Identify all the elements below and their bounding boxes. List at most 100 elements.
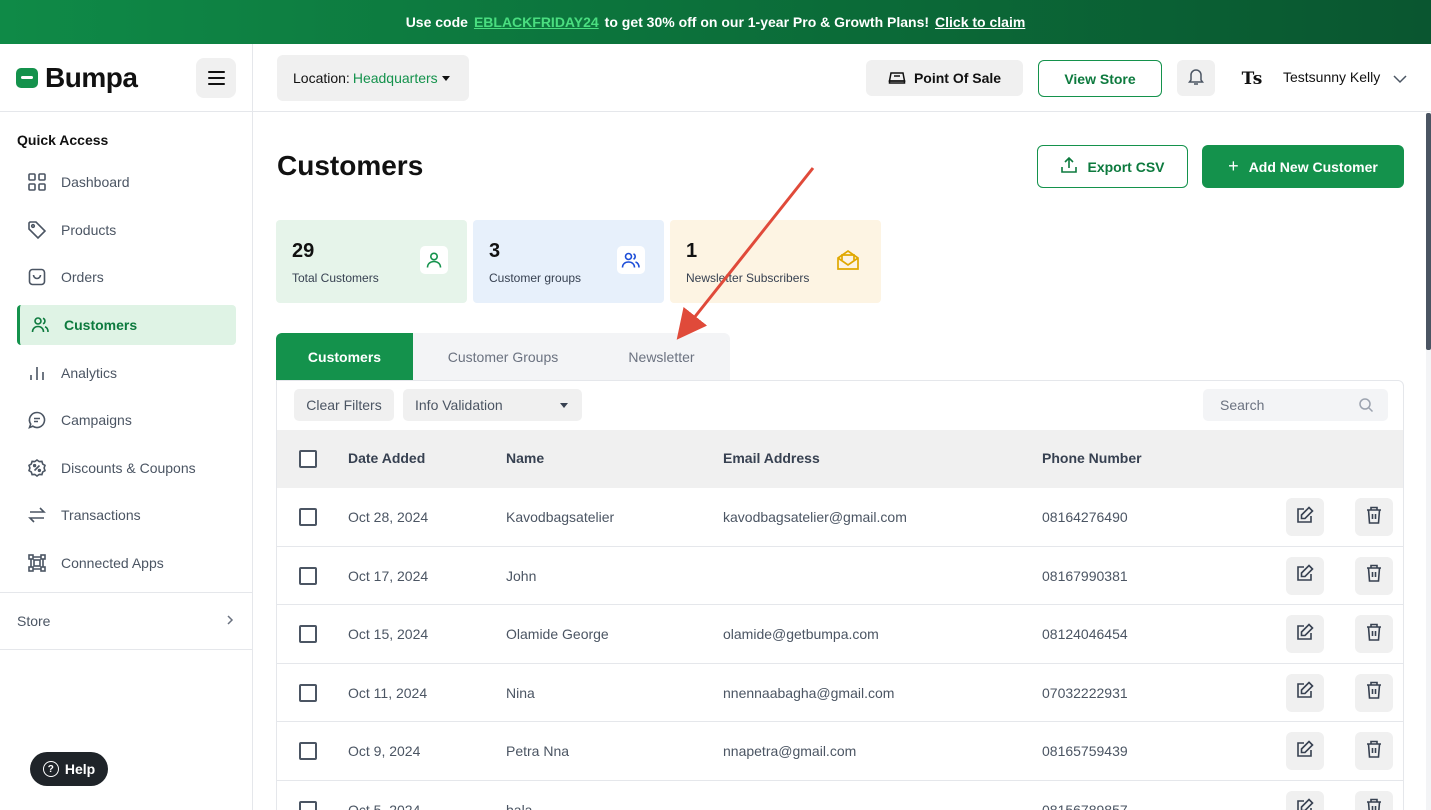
trash-icon [1365, 797, 1383, 810]
sidebar-item-orders[interactable]: Orders [17, 257, 236, 297]
cell-date: Oct 15, 2024 [348, 626, 429, 642]
users-icon [28, 313, 52, 337]
cell-name: Nina [506, 684, 535, 701]
cell-name: bala [506, 801, 533, 810]
user-icon [420, 246, 448, 274]
search-placeholder: Search [1220, 397, 1265, 413]
question-icon: ? [42, 761, 59, 777]
sidebar-item-connected-apps[interactable]: Connected Apps [17, 543, 236, 583]
row-checkbox[interactable] [299, 625, 317, 643]
caret-down-icon [441, 75, 450, 81]
row-checkbox[interactable] [299, 508, 317, 526]
delete-button[interactable] [1355, 673, 1393, 712]
promo-banner: Use code EBLACKFRIDAY24 to get 30% off o… [0, 0, 1431, 44]
table-row[interactable]: Oct 5, 2024 bala 08156789857 [277, 780, 1403, 810]
add-new-customer-button[interactable]: + Add New Customer [1202, 145, 1404, 188]
chevron-right-icon [225, 613, 235, 629]
delete-button[interactable] [1355, 498, 1393, 536]
table-row[interactable]: Oct 9, 2024 Petra Nna nnapetra@gmail.com… [277, 722, 1403, 781]
location-label: Location: [293, 70, 350, 86]
edit-button[interactable] [1286, 790, 1324, 810]
grid-icon [25, 170, 49, 194]
sidebar-item-label: Products [61, 222, 117, 238]
sidebar-item-discounts[interactable]: Discounts & Coupons [17, 448, 236, 488]
claim-link[interactable]: Click to claim [935, 14, 1025, 30]
sidebar-item-analytics[interactable]: Analytics [17, 353, 236, 393]
page-title: Customers [277, 150, 424, 181]
cell-phone: 08156789857 [1042, 801, 1128, 810]
cell-date: Oct 5, 2024 [348, 801, 421, 810]
delete-button[interactable] [1355, 732, 1393, 770]
store-label: Store [17, 613, 51, 629]
sidebar-item-transactions[interactable]: Transactions [17, 495, 236, 535]
table-row[interactable]: Oct 11, 2024 Nina nnennaabagha@gmail.com… [277, 663, 1403, 722]
table-row[interactable]: Oct 28, 2024 Kavodbagsatelier kavodbagsa… [277, 488, 1403, 547]
column-header-name[interactable]: Name [506, 450, 544, 466]
edit-button[interactable] [1286, 615, 1324, 653]
cell-name: Petra Nna [506, 743, 570, 759]
location-selector[interactable]: Location: Headquarters [277, 55, 469, 101]
sidebar-item-customers[interactable]: Customers [17, 305, 236, 345]
trash-icon [1365, 505, 1383, 530]
apps-icon [25, 551, 49, 575]
user-name[interactable]: Testsunny Kelly [1283, 69, 1380, 85]
quick-access-title: Quick Access [17, 132, 109, 148]
column-header-phone[interactable]: Phone Number [1042, 450, 1142, 466]
table-row[interactable]: Oct 15, 2024 Olamide George olamide@getb… [277, 605, 1403, 664]
banner-prefix: Use code [405, 14, 468, 30]
export-csv-button[interactable]: Export CSV [1037, 145, 1188, 188]
info-validation-select[interactable]: Info Validation [403, 389, 582, 421]
row-checkbox[interactable] [299, 683, 317, 702]
table-row[interactable]: Oct 17, 2024 John 08167990381 [277, 546, 1403, 605]
sidebar-item-label: Orders [61, 269, 104, 285]
delete-button[interactable] [1355, 556, 1393, 595]
trash-icon [1365, 680, 1383, 705]
brand-name: Bumpa [45, 61, 138, 93]
edit-button[interactable] [1286, 673, 1324, 712]
store-section-toggle[interactable]: Store [0, 592, 252, 650]
trash-icon [1365, 739, 1383, 764]
transfer-icon [25, 503, 49, 527]
sidebar-item-products[interactable]: Products [17, 210, 236, 250]
edit-button[interactable] [1286, 732, 1324, 770]
cell-phone: 08167990381 [1042, 567, 1128, 584]
sidebar-item-label: Analytics [61, 365, 118, 381]
edit-icon [1295, 622, 1315, 647]
help-button[interactable]: ? Help [30, 752, 108, 786]
tab-newsletter[interactable]: Newsletter [593, 333, 730, 380]
view-store-button[interactable]: View Store [1038, 60, 1162, 97]
chat-icon [25, 408, 49, 432]
edit-button[interactable] [1286, 556, 1324, 595]
scrollbar-thumb[interactable] [1426, 113, 1431, 350]
point-of-sale-button[interactable]: Point Of Sale [866, 60, 1023, 96]
search-input[interactable]: Search [1203, 389, 1388, 421]
sidebar-item-campaigns[interactable]: Campaigns [17, 400, 236, 440]
row-checkbox[interactable] [299, 742, 317, 760]
delete-button[interactable] [1355, 615, 1393, 653]
tab-customer-groups[interactable]: Customer Groups [413, 333, 593, 380]
pos-label: Point Of Sale [913, 70, 1002, 86]
avatar[interactable]: Ts [1237, 64, 1267, 94]
menu-toggle-button[interactable] [196, 58, 236, 98]
row-checkbox[interactable] [299, 800, 317, 810]
promo-code[interactable]: EBLACKFRIDAY24 [474, 14, 599, 30]
notifications-button[interactable] [1177, 60, 1215, 96]
select-all-checkbox[interactable] [299, 450, 317, 468]
column-header-date[interactable]: Date Added [348, 450, 425, 466]
tab-customers[interactable]: Customers [276, 333, 413, 380]
bumpa-logo-icon [16, 67, 38, 88]
edit-button[interactable] [1286, 498, 1324, 536]
delete-button[interactable] [1355, 790, 1393, 810]
column-header-email[interactable]: Email Address [723, 450, 820, 466]
cell-email: nnennaabagha@gmail.com [723, 684, 895, 701]
chevron-down-icon[interactable] [1393, 71, 1407, 89]
discount-icon [25, 456, 49, 480]
help-label: Help [64, 761, 96, 777]
add-label: Add New Customer [1248, 158, 1378, 175]
table-header: Date Added Name Email Address Phone Numb… [277, 430, 1403, 488]
cell-date: Oct 9, 2024 [348, 743, 421, 759]
clear-filters-button[interactable]: Clear Filters [294, 389, 394, 421]
sidebar-item-dashboard[interactable]: Dashboard [17, 162, 236, 202]
cell-date: Oct 11, 2024 [348, 684, 428, 701]
row-checkbox[interactable] [299, 566, 317, 585]
